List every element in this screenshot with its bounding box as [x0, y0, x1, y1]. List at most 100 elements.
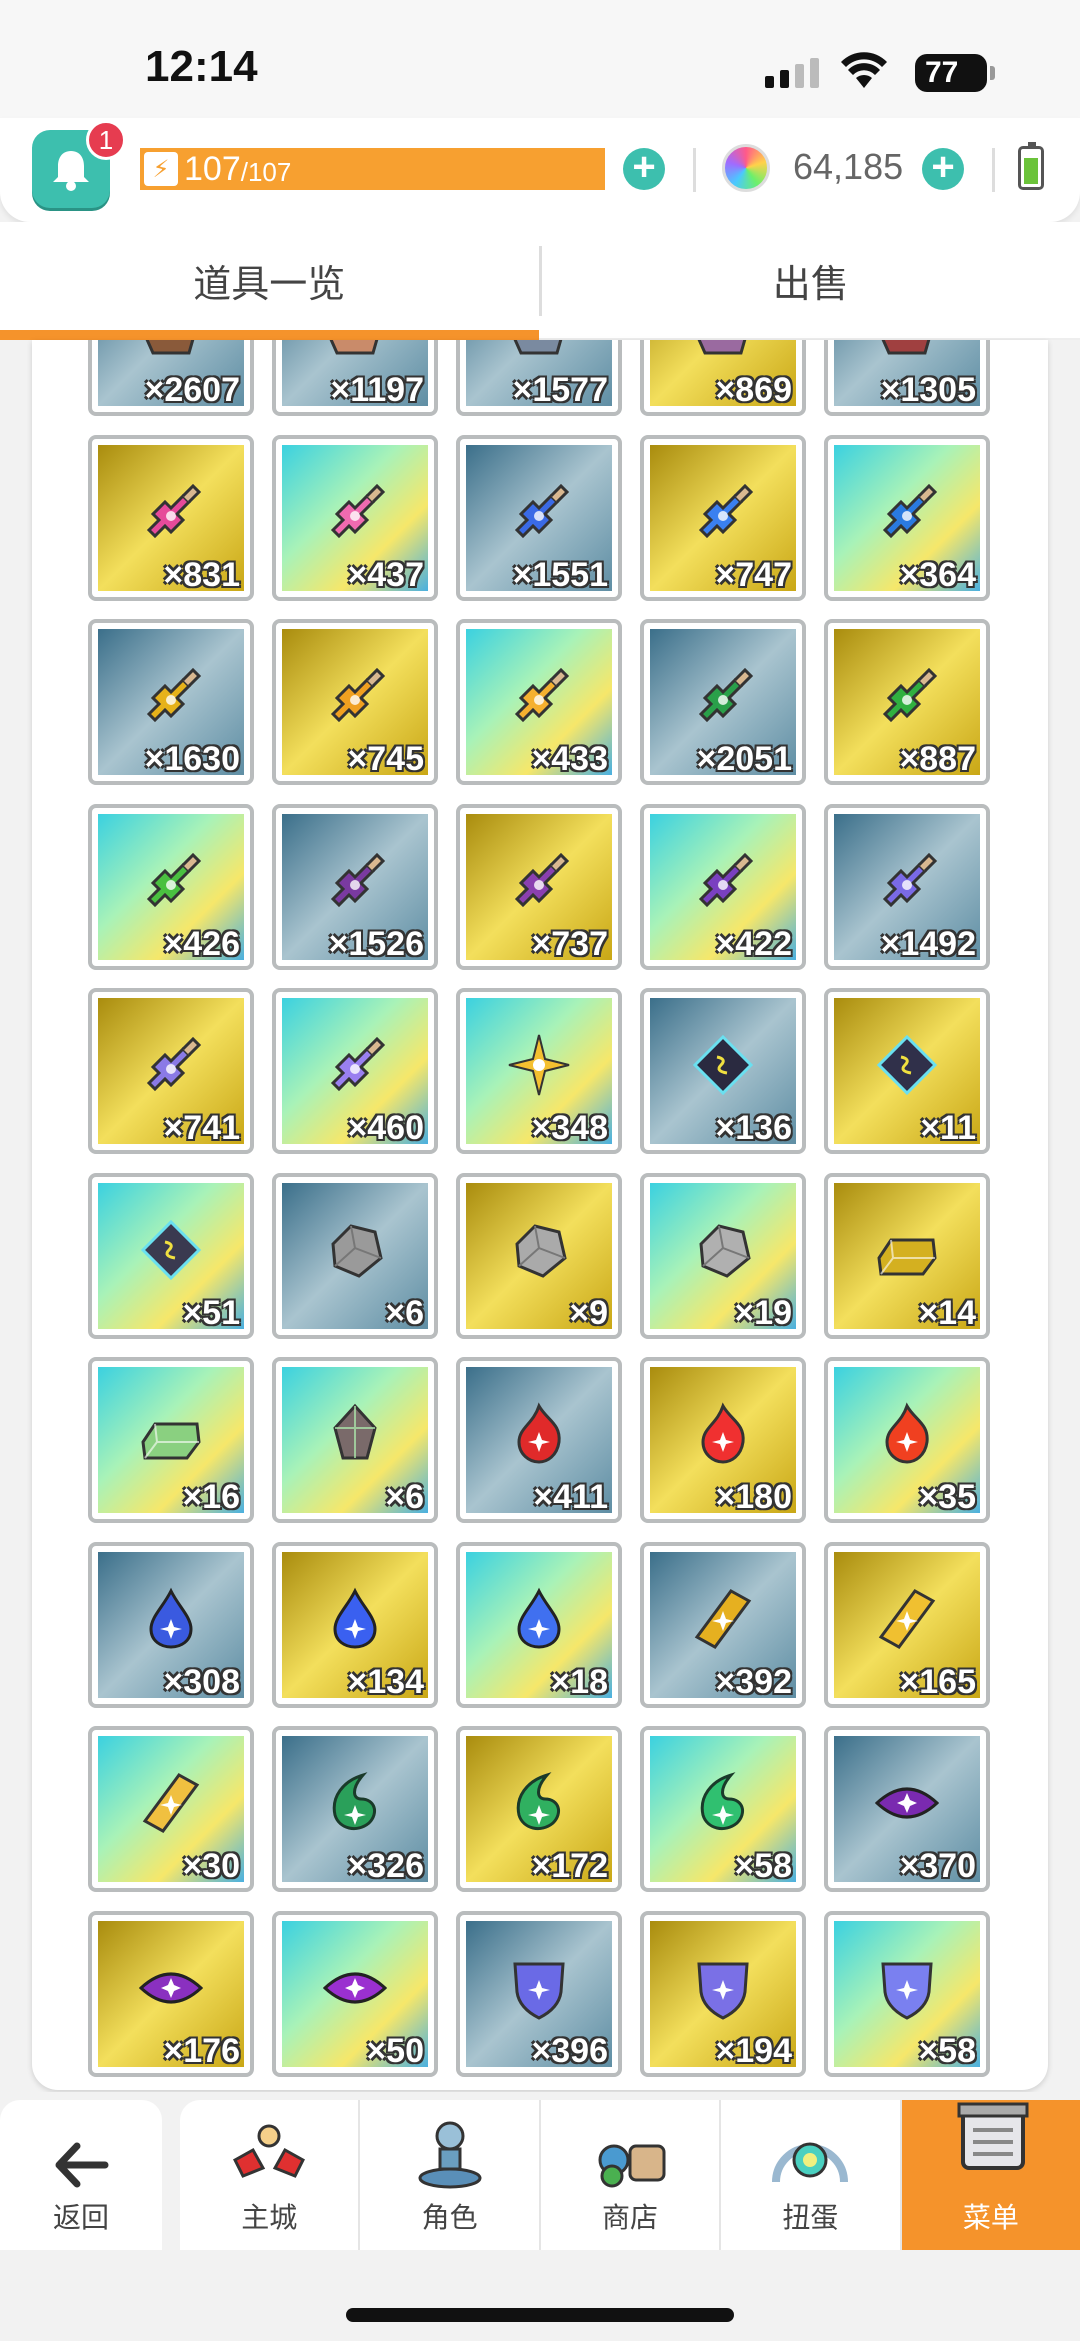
inventory-item[interactable]: ×194: [640, 1910, 806, 2077]
inventory-item[interactable]: ×176: [88, 1910, 254, 2077]
resource-header: 1 ⚡ 107 /107 + 64,185 +: [0, 118, 1080, 222]
potion-icon: [875, 664, 939, 728]
inventory-item[interactable]: ×136: [640, 988, 806, 1154]
add-stamina-button[interactable]: +: [623, 147, 665, 190]
inventory-item[interactable]: ×1551: [456, 434, 622, 601]
nav-menu[interactable]: 菜单: [899, 2100, 1080, 2250]
inventory-item[interactable]: ×308: [88, 1541, 254, 1708]
item-count: ×9: [569, 1293, 608, 1329]
item-background: ×396: [466, 1920, 612, 2067]
potion-icon: [507, 480, 571, 544]
inventory-item[interactable]: ×30: [88, 1726, 254, 1892]
inventory-item[interactable]: ×134: [272, 1541, 438, 1708]
item-background: ×2051: [650, 629, 796, 775]
item-background: ×1197: [282, 340, 428, 406]
item-background: ×426: [98, 813, 244, 960]
inventory-item[interactable]: ×737: [456, 803, 622, 970]
item-background: ×172: [466, 1736, 612, 1882]
shield-icon: [875, 1956, 939, 2020]
inventory-item[interactable]: ×50: [272, 1910, 438, 2077]
nav-gacha[interactable]: 扭蛋: [719, 2100, 899, 2250]
material-icon: [691, 340, 755, 359]
inventory-item[interactable]: ×58: [824, 1910, 990, 2077]
material-icon: [323, 340, 387, 359]
inventory-item[interactable]: ×14: [824, 1172, 990, 1339]
inventory-item[interactable]: ×437: [272, 434, 438, 601]
inventory-item[interactable]: ×18: [456, 1541, 622, 1708]
fire-icon: [507, 1402, 571, 1466]
inventory-item[interactable]: ×411: [456, 1357, 622, 1523]
item-count: ×745: [347, 740, 424, 775]
add-gems-button[interactable]: +: [922, 147, 964, 190]
sparkle-icon: [507, 1033, 571, 1097]
potion-icon: [323, 1033, 387, 1097]
inventory-item[interactable]: ×1630: [88, 619, 254, 785]
item-count: ×2607: [144, 371, 241, 406]
inventory-panel[interactable]: ×2607 ×1197 ×1577 ×869 ×1305 ×831 ×437 ×1551 ×74…: [32, 340, 1048, 2090]
nav-town[interactable]: 主城: [180, 2100, 358, 2250]
inventory-item[interactable]: ×422: [640, 803, 806, 970]
inventory-item[interactable]: ×51: [88, 1172, 254, 1339]
inventory-item[interactable]: ×1577: [456, 340, 622, 416]
inventory-item[interactable]: ×433: [456, 619, 622, 785]
energy-cell-icon[interactable]: [1018, 142, 1044, 190]
inventory-item[interactable]: ×19: [640, 1172, 806, 1339]
inventory-item[interactable]: ×11: [824, 988, 990, 1154]
nav-character[interactable]: 角色: [358, 2100, 538, 2250]
inventory-item[interactable]: ×396: [456, 1910, 622, 2077]
inventory-item[interactable]: ×326: [272, 1726, 438, 1892]
inventory-item[interactable]: ×58: [640, 1726, 806, 1892]
inventory-item[interactable]: ×887: [824, 619, 990, 785]
item-background: ×6: [282, 1367, 428, 1513]
inventory-item[interactable]: ×35: [824, 1357, 990, 1523]
inventory-item[interactable]: ×172: [456, 1726, 622, 1892]
inventory-item[interactable]: ×2051: [640, 619, 806, 785]
item-count: ×180: [715, 1478, 792, 1513]
potion-icon: [323, 480, 387, 544]
item-count: ×1577: [512, 371, 609, 406]
inventory-item[interactable]: ×364: [824, 434, 990, 601]
back-button[interactable]: 返回: [0, 2100, 162, 2250]
inventory-item[interactable]: ×1197: [272, 340, 438, 416]
inventory-item[interactable]: ×1492: [824, 803, 990, 970]
inventory-item[interactable]: ×370: [824, 1726, 990, 1892]
inventory-item[interactable]: ×16: [88, 1357, 254, 1523]
inventory-item[interactable]: ×1305: [824, 340, 990, 416]
inventory-item[interactable]: ×165: [824, 1541, 990, 1708]
drop-icon: [507, 1587, 571, 1651]
nav-character-label: 角色: [421, 2202, 478, 2233]
nav-gacha-label: 扭蛋: [782, 2202, 839, 2233]
item-background: ×1526: [282, 813, 428, 960]
inventory-item[interactable]: ×6: [272, 1357, 438, 1523]
item-count: ×1305: [880, 371, 977, 406]
ore-icon: [323, 1218, 387, 1282]
tab-item-list[interactable]: 道具一览: [0, 222, 539, 340]
item-background: ×869: [650, 340, 796, 406]
item-background: ×308: [98, 1551, 244, 1698]
inventory-item[interactable]: ×392: [640, 1541, 806, 1708]
material-icon: [139, 340, 203, 359]
inventory-item[interactable]: ×741: [88, 988, 254, 1154]
inventory-item[interactable]: ×460: [272, 988, 438, 1154]
item-background: ×1551: [466, 444, 612, 591]
inventory-item[interactable]: ×831: [88, 434, 254, 601]
inventory-item[interactable]: ×2607: [88, 340, 254, 416]
inventory-item[interactable]: ×9: [456, 1172, 622, 1339]
item-background: ×1492: [834, 813, 980, 960]
item-count: ×11: [920, 1109, 976, 1144]
inventory-item[interactable]: ×1526: [272, 803, 438, 970]
tab-sell[interactable]: 出售: [542, 222, 1080, 338]
inventory-item[interactable]: ×348: [456, 988, 622, 1154]
inventory-item[interactable]: ×747: [640, 434, 806, 601]
inventory-item[interactable]: ×180: [640, 1357, 806, 1523]
inventory-item[interactable]: ×745: [272, 619, 438, 785]
item-tabs: 道具一览 出售: [0, 222, 1080, 340]
item-background: ×14: [834, 1182, 980, 1329]
item-background: ×18: [466, 1551, 612, 1698]
inventory-item[interactable]: ×426: [88, 803, 254, 970]
item-count: ×172: [531, 1847, 608, 1882]
nav-shop[interactable]: 商店: [538, 2100, 719, 2250]
inventory-item[interactable]: ×6: [272, 1172, 438, 1339]
inventory-item[interactable]: ×869: [640, 340, 806, 416]
status-bar: 12:14 77: [0, 0, 1080, 130]
